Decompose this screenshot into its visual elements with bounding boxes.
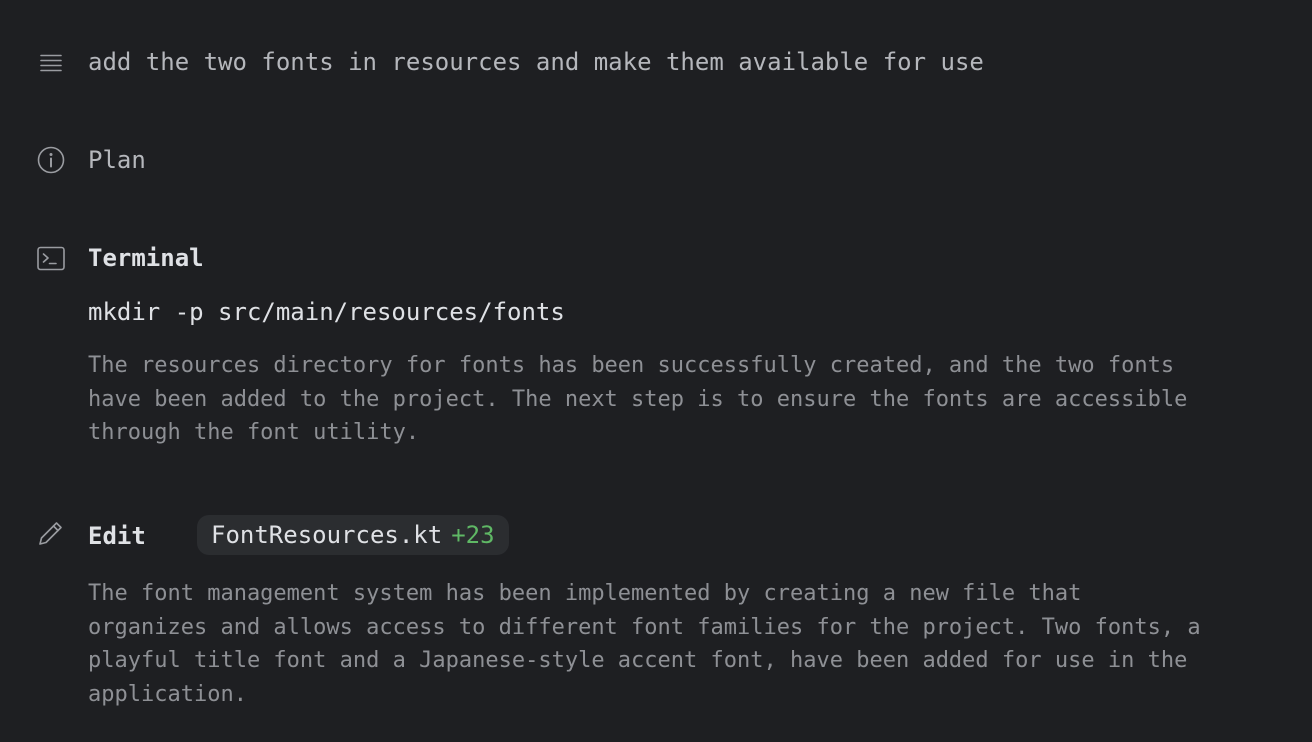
edit-summary: The font management system has been impl…	[88, 581, 1201, 708]
terminal-summary: The resources directory for fonts has be…	[88, 353, 1188, 446]
plan-label: Plan	[88, 146, 146, 174]
edited-file-name: FontResources.kt	[211, 521, 443, 549]
list-icon	[36, 48, 66, 78]
terminal-icon	[36, 244, 66, 274]
edit-label: Edit	[88, 522, 146, 550]
pencil-icon	[36, 518, 66, 548]
edited-file-chip[interactable]: FontResources.kt +23	[197, 515, 509, 555]
terminal-command[interactable]: mkdir -p src/main/resources/fonts	[88, 296, 565, 328]
info-icon	[36, 145, 66, 175]
terminal-label: Terminal	[88, 244, 204, 272]
diff-count: +23	[451, 521, 495, 549]
user-prompt-text: add the two fonts in resources and make …	[88, 48, 984, 76]
